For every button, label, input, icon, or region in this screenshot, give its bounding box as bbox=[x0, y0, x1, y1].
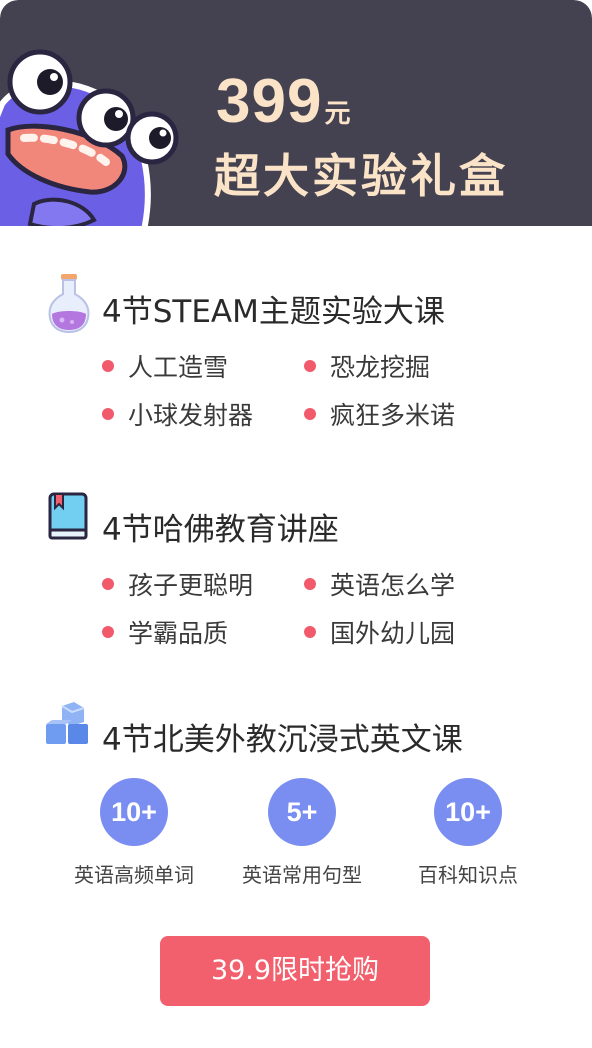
flask-icon bbox=[48, 274, 90, 334]
list-item: 国外幼儿园 bbox=[304, 614, 455, 650]
section-title: 4节北美外教沉浸式英文课 bbox=[102, 722, 463, 758]
section-title: 4节STEAM主题实验大课 bbox=[102, 294, 445, 330]
stat-label: 英语高频单词 bbox=[74, 863, 194, 887]
buy-now-button[interactable]: 39.9限时抢购 bbox=[160, 936, 430, 1006]
bullet-dot bbox=[102, 408, 114, 420]
stat-item: 10+ 百科知识点 bbox=[388, 778, 548, 888]
stats-row: 10+ 英语高频单词 5+ 英语常用句型 10+ 百科知识点 bbox=[0, 778, 592, 888]
stat-value: 10+ bbox=[434, 778, 502, 846]
bullet-dot bbox=[304, 408, 316, 420]
list-item-label: 小球发射器 bbox=[128, 401, 254, 430]
list-item: 学霸品质 bbox=[102, 614, 228, 650]
section-english: 4节北美外教沉浸式英文课 bbox=[0, 700, 592, 770]
list-item: 疯狂多米诺 bbox=[304, 396, 455, 432]
list-item-label: 国外幼儿园 bbox=[330, 619, 456, 648]
book-icon bbox=[48, 492, 88, 540]
stat-value: 10+ bbox=[100, 778, 168, 846]
bullet-list: 人工造雪 恐龙挖掘 小球发射器 疯狂多米诺 bbox=[102, 348, 562, 438]
list-item: 英语怎么学 bbox=[304, 566, 455, 602]
list-item: 人工造雪 bbox=[102, 348, 228, 384]
section-header: 4节STEAM主题实验大课 bbox=[44, 272, 584, 334]
bullet-dot bbox=[304, 360, 316, 372]
stat-item: 10+ 英语高频单词 bbox=[54, 778, 214, 888]
list-item-label: 英语怎么学 bbox=[330, 571, 456, 600]
bullet-dot bbox=[102, 360, 114, 372]
promo-card: 399元 超大实验礼盒 4节STEAM主题实验大课 人工造雪 恐龙挖掘 小球发射… bbox=[0, 0, 592, 1048]
bullet-dot bbox=[304, 578, 316, 590]
list-item-label: 人工造雪 bbox=[128, 353, 229, 382]
price-value: 399 bbox=[216, 67, 323, 136]
section-steam: 4节STEAM主题实验大课 人工造雪 恐龙挖掘 小球发射器 疯狂多米诺 bbox=[0, 272, 592, 442]
list-item: 恐龙挖掘 bbox=[304, 348, 430, 384]
stat-item: 5+ 英语常用句型 bbox=[222, 778, 382, 888]
bullet-dot bbox=[102, 626, 114, 638]
stat-label: 英语常用句型 bbox=[242, 863, 362, 887]
monster-mascot-icon bbox=[0, 49, 179, 226]
list-item-label: 恐龙挖掘 bbox=[330, 353, 431, 382]
stat-value: 5+ bbox=[268, 778, 336, 846]
list-item-label: 孩子更聪明 bbox=[128, 571, 254, 600]
price-unit: 元 bbox=[324, 99, 351, 129]
list-item-label: 学霸品质 bbox=[128, 619, 229, 648]
promo-header: 399元 超大实验礼盒 bbox=[0, 0, 592, 226]
list-item-label: 疯狂多米诺 bbox=[330, 401, 456, 430]
section-title: 4节哈佛教育讲座 bbox=[102, 512, 339, 548]
gift-box-title: 超大实验礼盒 bbox=[214, 149, 508, 203]
bullet-list: 孩子更聪明 英语怎么学 学霸品质 国外幼儿园 bbox=[102, 566, 562, 656]
blocks-icon bbox=[46, 702, 88, 744]
list-item: 孩子更聪明 bbox=[102, 566, 253, 602]
price-line: 399元 bbox=[216, 66, 350, 137]
stat-label: 百科知识点 bbox=[418, 863, 518, 887]
list-item: 小球发射器 bbox=[102, 396, 253, 432]
section-header: 4节哈佛教育讲座 bbox=[44, 490, 584, 552]
section-harvard: 4节哈佛教育讲座 孩子更聪明 英语怎么学 学霸品质 国外幼儿园 bbox=[0, 490, 592, 660]
bullet-dot bbox=[102, 578, 114, 590]
section-header: 4节北美外教沉浸式英文课 bbox=[44, 700, 584, 762]
bullet-dot bbox=[304, 626, 316, 638]
